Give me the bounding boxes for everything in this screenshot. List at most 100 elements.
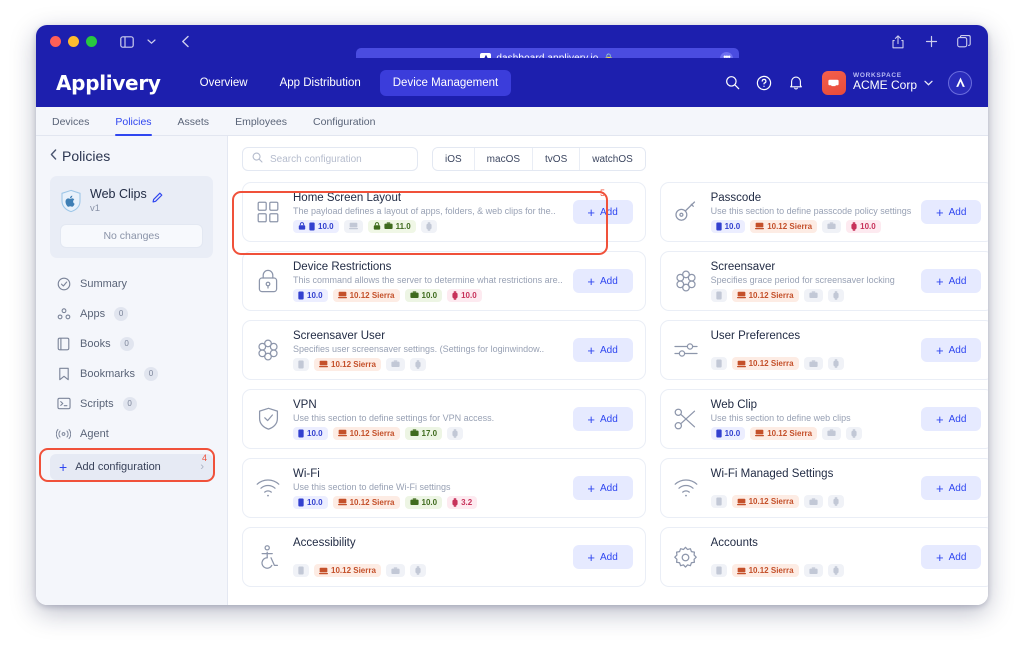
- filter-macos[interactable]: macOS: [475, 148, 533, 170]
- ios-device-icon: [716, 359, 722, 368]
- configuration-card[interactable]: Accessibility10.12 Sierra+Add: [242, 527, 646, 587]
- agent-icon: [56, 426, 71, 441]
- configuration-cards-grid: Home Screen LayoutThe payload defines a …: [242, 182, 974, 587]
- back-chevron-icon[interactable]: [175, 32, 195, 52]
- platform-filter-group: iOS macOS tvOS watchOS: [432, 147, 646, 171]
- watch-device-icon: [415, 566, 421, 575]
- minimize-window-button[interactable]: [68, 36, 79, 47]
- maximize-window-button[interactable]: [86, 36, 97, 47]
- new-tab-icon[interactable]: [921, 32, 941, 52]
- add-button[interactable]: +Add: [573, 545, 633, 569]
- filter-ios[interactable]: iOS: [433, 148, 475, 170]
- platform-badge-tv: 11.0: [368, 220, 416, 233]
- configuration-card[interactable]: Device RestrictionsThis command allows t…: [242, 251, 646, 311]
- add-button[interactable]: +Add: [921, 269, 981, 293]
- configuration-card[interactable]: Screensaver UserSpecifies user screensav…: [242, 320, 646, 380]
- plus-icon: +: [936, 275, 944, 288]
- add-button[interactable]: + Add: [573, 407, 633, 431]
- help-icon[interactable]: [756, 74, 773, 91]
- applivery-logo[interactable]: Applivery: [56, 71, 161, 95]
- configuration-card[interactable]: Accounts10.12 Sierra+Add: [660, 527, 988, 587]
- card-body: PasscodeUse this section to define passc…: [711, 192, 912, 233]
- tv-device-icon: [410, 291, 419, 299]
- platform-badge-ios: 10.0: [293, 427, 328, 440]
- add-button[interactable]: +Add: [573, 338, 633, 362]
- tab-devices[interactable]: Devices: [52, 116, 102, 135]
- tabs-icon[interactable]: [954, 32, 974, 52]
- configuration-card[interactable]: VPNUse this section to define settings f…: [242, 389, 646, 449]
- add-button[interactable]: +Add: [573, 269, 633, 293]
- platform-version-label: 10.12 Sierra: [749, 566, 794, 575]
- mac-device-icon: [338, 498, 347, 506]
- configuration-card[interactable]: User Preferences10.12 Sierra+Add: [660, 320, 988, 380]
- tab-configuration[interactable]: Configuration: [300, 116, 388, 135]
- tab-policies[interactable]: Policies: [102, 116, 164, 135]
- ios-device-icon: [298, 498, 304, 507]
- search-input[interactable]: [270, 154, 408, 165]
- add-configuration-button[interactable]: + Add configuration ›: [50, 454, 213, 480]
- share-icon[interactable]: [888, 32, 908, 52]
- nav-device-management[interactable]: Device Management: [380, 70, 511, 96]
- filter-tvos[interactable]: tvOS: [533, 148, 580, 170]
- platform-badge-tv: 10.0: [405, 289, 443, 302]
- configuration-card[interactable]: ScreensaverSpecifies grace period for sc…: [660, 251, 988, 311]
- close-window-button[interactable]: [50, 36, 61, 47]
- add-button-label: Add: [949, 345, 967, 356]
- sidebar-item-books[interactable]: Books 0: [50, 329, 213, 359]
- add-button[interactable]: +Add: [921, 200, 981, 224]
- platform-version-label: 10.0: [725, 429, 741, 438]
- sidebar-item-summary[interactable]: Summary: [50, 269, 213, 299]
- add-button[interactable]: +Add: [573, 476, 633, 500]
- sidebar-item-apps[interactable]: Apps 0: [50, 299, 213, 329]
- tab-employees[interactable]: Employees: [222, 116, 300, 135]
- plus-icon: +: [587, 482, 595, 495]
- card-description: [711, 482, 912, 491]
- platform-badges: 10.010.12 Sierra10.0: [711, 220, 912, 233]
- bell-icon[interactable]: [788, 74, 805, 91]
- mac-device-icon: [755, 429, 764, 437]
- breadcrumb-back[interactable]: Policies: [50, 148, 213, 164]
- platform-badges: 10.011.0: [293, 220, 563, 233]
- sidebar-item-bookmarks[interactable]: Bookmarks 0: [50, 359, 213, 389]
- nav-app-distribution[interactable]: App Distribution: [267, 70, 374, 96]
- tv-device-icon: [809, 360, 818, 368]
- add-button-label: Add: [600, 414, 618, 425]
- chevron-down-icon[interactable]: [924, 78, 933, 88]
- search-icon[interactable]: [724, 74, 741, 91]
- watch-device-icon: [452, 429, 458, 438]
- platform-badges: 10.12 Sierra: [711, 495, 912, 508]
- filter-watchos[interactable]: watchOS: [580, 148, 645, 170]
- pencil-icon[interactable]: [152, 189, 163, 200]
- window-controls[interactable]: [50, 36, 97, 47]
- policy-status-button[interactable]: No changes: [60, 224, 203, 248]
- annotation-number-4: 4: [202, 453, 207, 463]
- add-button[interactable]: +Add: [921, 476, 981, 500]
- platform-version-label: 10.0: [307, 429, 323, 438]
- add-button[interactable]: +Add: [921, 545, 981, 569]
- configuration-card[interactable]: Web ClipUse this section to define web c…: [660, 389, 988, 449]
- platform-badges: 10.12 Sierra: [711, 289, 912, 302]
- workspace-logo-icon: [822, 71, 846, 95]
- configuration-card[interactable]: Home Screen LayoutThe payload defines a …: [242, 182, 646, 242]
- search-box[interactable]: [242, 147, 418, 171]
- platform-version-label: 10.12 Sierra: [767, 222, 812, 231]
- card-title: Wi-Fi Managed Settings: [711, 468, 912, 480]
- add-button[interactable]: +Add: [573, 200, 633, 224]
- sidebar-toggle-icon[interactable]: [117, 32, 137, 52]
- tab-assets[interactable]: Assets: [165, 116, 223, 135]
- workspace-switcher[interactable]: WORKSPACE ACME Corp: [822, 71, 933, 95]
- chevron-down-icon[interactable]: [141, 32, 161, 52]
- platform-badge-tv: [804, 564, 823, 577]
- configuration-card[interactable]: PasscodeUse this section to define passc…: [660, 182, 988, 242]
- avatar[interactable]: [948, 71, 972, 95]
- card-description: Use this section to define Wi-Fi setting…: [293, 482, 563, 492]
- configuration-card[interactable]: Wi-Fi Managed Settings 10.12 Sierra +Add: [660, 458, 988, 518]
- add-button[interactable]: +Add: [921, 338, 981, 362]
- configuration-card[interactable]: Wi-FiUse this section to define Wi-Fi se…: [242, 458, 646, 518]
- sidebar-item-scripts[interactable]: Scripts 0: [50, 389, 213, 419]
- sidebar-item-agent[interactable]: Agent: [50, 419, 213, 449]
- add-button[interactable]: +Add: [921, 407, 981, 431]
- watch-device-icon: [851, 429, 857, 438]
- nav-overview[interactable]: Overview: [187, 70, 261, 96]
- plus-icon: +: [587, 413, 595, 426]
